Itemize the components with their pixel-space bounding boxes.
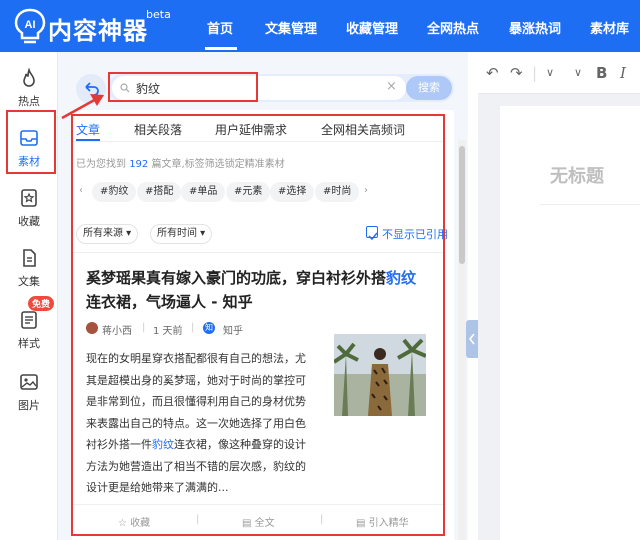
sidebar-label-hot: 热点 (18, 95, 40, 108)
highlight-box-search (108, 72, 258, 102)
image-icon (20, 374, 38, 390)
editor-toolbar (478, 52, 640, 94)
sidebar-item-collection[interactable]: 文集 (0, 242, 58, 294)
annotation-arrow-icon (61, 94, 104, 120)
bold-icon[interactable]: B (596, 64, 607, 82)
sidebar-item-favorites[interactable]: 收藏 (0, 182, 58, 234)
active-nav-indicator (205, 47, 237, 50)
logo-text: AI (25, 19, 36, 31)
nav-hot-topics[interactable]: 全网热点 (427, 18, 479, 37)
highlight-box-material (6, 110, 56, 174)
style-list-icon (21, 311, 37, 329)
brand-name: 内容神器 (48, 16, 148, 45)
ai-bulb-logo-icon: AI (14, 8, 46, 44)
nav-collection-manage[interactable]: 文集管理 (265, 18, 317, 37)
document-icon (23, 249, 36, 267)
collapse-panel-handle[interactable] (466, 320, 478, 358)
star-bookmark-icon (21, 189, 37, 207)
editor-title-divider (540, 204, 640, 205)
nav-material-library[interactable]: 素材库 (590, 18, 629, 37)
sidebar-item-images[interactable]: 图片 (0, 366, 58, 418)
top-navigation-bar: AI 内容神器 beta 首页 文集管理 收藏管理 全网热点 暴涨热词 素材库 (0, 0, 640, 52)
sidebar-label-images: 图片 (18, 399, 40, 412)
chevron-left-icon (468, 333, 475, 345)
format-dropdown-icon[interactable]: ∨ (546, 66, 554, 79)
sidebar-item-hot[interactable]: 热点 (0, 62, 58, 114)
font-dropdown-icon[interactable]: ∨ (574, 66, 582, 79)
sidebar-label-favorites: 收藏 (18, 215, 40, 228)
nav-trending-words[interactable]: 暴涨热词 (509, 18, 561, 37)
clear-search-icon[interactable]: × (386, 79, 397, 94)
free-badge: 免费 (28, 296, 55, 311)
redo-icon[interactable]: ↷ (510, 64, 523, 82)
nav-favorites-manage[interactable]: 收藏管理 (346, 18, 398, 37)
sidebar-label-collection: 文集 (18, 275, 40, 288)
undo-icon[interactable]: ↶ (486, 64, 499, 82)
highlight-box-results (71, 114, 445, 536)
toolbar-separator: | (532, 64, 538, 82)
nav-home[interactable]: 首页 (207, 18, 233, 37)
italic-icon[interactable]: I (620, 64, 626, 82)
beta-label: beta (146, 8, 171, 21)
scrollbar-thumb[interactable] (459, 146, 465, 264)
editor-title-placeholder[interactable]: 无标题 (550, 162, 604, 188)
sidebar-item-style[interactable]: 免费 样式 (0, 296, 58, 356)
search-button[interactable]: 搜索 (406, 76, 452, 100)
flame-icon (23, 68, 35, 87)
sidebar-label-style: 样式 (18, 337, 40, 350)
